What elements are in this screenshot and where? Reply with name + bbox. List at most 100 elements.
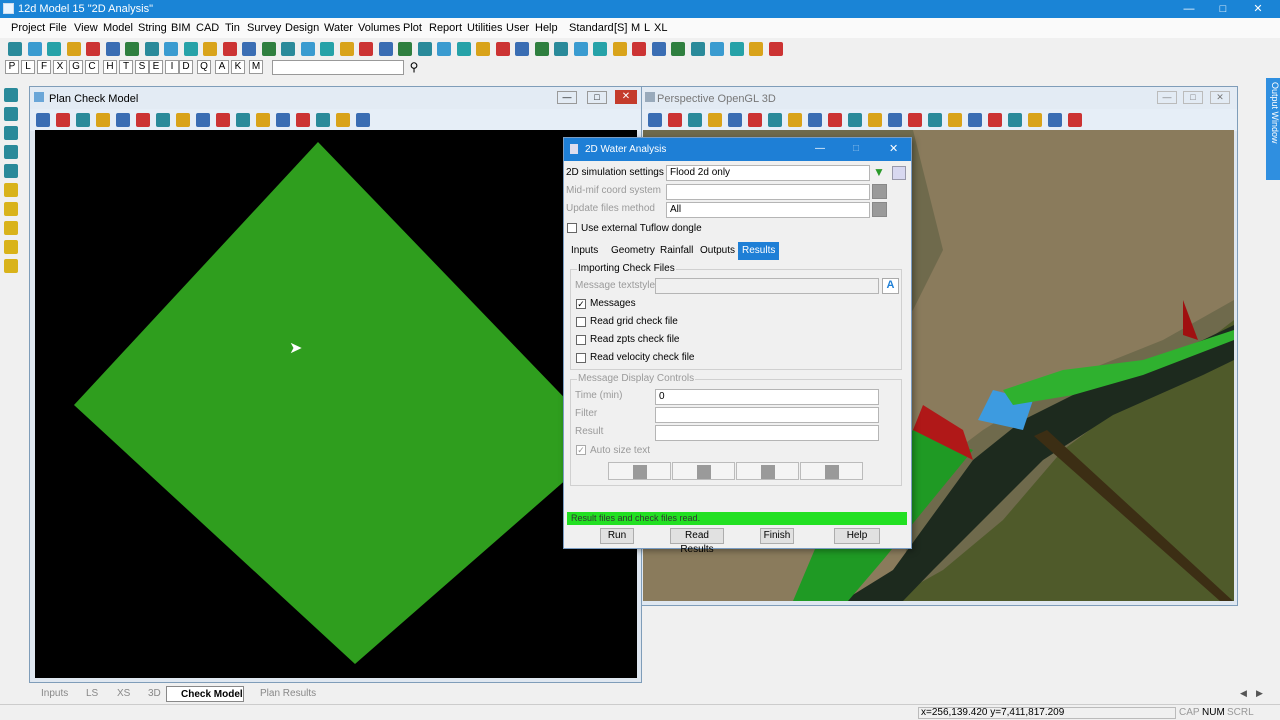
letter-button-t[interactable]: T — [119, 60, 133, 74]
dialog-minimize-icon[interactable]: — — [815, 143, 825, 154]
toolbar-tool-icon[interactable] — [456, 42, 471, 56]
sim-settings-field[interactable]: Flood 2d only — [666, 165, 870, 181]
menu-standard[interactable]: Standard — [569, 22, 614, 34]
view-tool-icon[interactable] — [336, 113, 350, 127]
toolbar-tool-icon[interactable] — [651, 42, 666, 56]
textstyle-field[interactable] — [655, 278, 879, 294]
left-tool-icon[interactable] — [4, 221, 18, 235]
view-tool-icon[interactable] — [96, 113, 110, 127]
letter-button-m[interactable]: M — [249, 60, 263, 74]
toolbar-tool-icon[interactable] — [203, 42, 217, 56]
bottom-tab-check-model[interactable]: Check Model — [166, 686, 244, 702]
left-tool-icon[interactable] — [4, 126, 18, 140]
output-window-tab[interactable]: Output Window — [1266, 78, 1280, 180]
read-results-button[interactable]: Read Results — [670, 528, 724, 555]
next-frame-button[interactable] — [736, 462, 799, 480]
menu-tin[interactable]: Tin — [225, 22, 240, 34]
view-tool-icon[interactable] — [928, 113, 942, 127]
tab-scroll-left-icon[interactable]: ◀ — [1240, 688, 1247, 699]
left-tool-icon[interactable] — [4, 88, 18, 102]
menu-cad[interactable]: CAD — [196, 22, 219, 34]
menu-model[interactable]: Model — [103, 22, 133, 34]
view-tool-icon[interactable] — [648, 113, 662, 127]
menu-file[interactable]: File — [49, 22, 67, 34]
view-tool-icon[interactable] — [748, 113, 762, 127]
toolbar-tool-icon[interactable] — [437, 42, 451, 56]
menu-utilities[interactable]: Utilities — [467, 22, 502, 34]
tuflow-checkbox[interactable] — [567, 223, 577, 233]
menu-report[interactable]: Report — [429, 22, 462, 34]
help-button[interactable]: Help — [834, 528, 880, 544]
letter-button-c[interactable]: C — [85, 60, 99, 74]
view-tool-icon[interactable] — [216, 113, 230, 127]
view-tool-icon[interactable] — [36, 113, 50, 127]
letter-button-p[interactable]: P — [5, 60, 19, 74]
view-tool-icon[interactable] — [1068, 113, 1082, 127]
toolbar-tool-icon[interactable] — [300, 42, 315, 56]
letter-button-h[interactable]: H — [103, 60, 117, 74]
toolbar-tool-icon[interactable] — [671, 42, 685, 56]
menu-project[interactable]: Project — [11, 22, 45, 34]
view-tool-icon[interactable] — [688, 113, 702, 127]
toolbar-tool-icon[interactable] — [86, 42, 100, 56]
toolbar-tool-icon[interactable] — [534, 42, 549, 56]
tab-rainfall[interactable]: Rainfall — [656, 242, 697, 260]
toolbar-tool-icon[interactable] — [729, 42, 744, 56]
tab-inputs[interactable]: Inputs — [567, 242, 602, 260]
coord-browse-button[interactable] — [872, 184, 887, 199]
toolbar-tool-icon[interactable] — [593, 42, 607, 56]
view-tool-icon[interactable] — [196, 113, 210, 127]
view-tool-icon[interactable] — [888, 113, 902, 127]
view-tool-icon[interactable] — [768, 113, 782, 127]
menu-s[interactable]: [S] — [614, 22, 627, 34]
menu-help[interactable]: Help — [535, 22, 558, 34]
left-tool-icon[interactable] — [4, 202, 18, 216]
view-tool-icon[interactable] — [236, 113, 250, 127]
letter-button-k[interactable]: K — [231, 60, 245, 74]
toolbar-tool-icon[interactable] — [66, 42, 81, 56]
letter-button-i[interactable]: I — [165, 60, 179, 74]
view-tool-icon[interactable] — [848, 113, 862, 127]
left-tool-icon[interactable] — [4, 259, 18, 273]
toolbar-tool-icon[interactable] — [261, 42, 276, 56]
view-tool-icon[interactable] — [76, 113, 90, 127]
menu-bim[interactable]: BIM — [171, 22, 191, 34]
bottom-tab-plan-results[interactable]: Plan Results — [246, 686, 316, 702]
view-tool-icon[interactable] — [728, 113, 742, 127]
search-icon[interactable]: ⚲ — [406, 60, 422, 75]
view-tool-icon[interactable] — [1028, 113, 1042, 127]
menu-user[interactable]: User — [506, 22, 529, 34]
left-tool-icon[interactable] — [4, 183, 18, 197]
view-tool-icon[interactable] — [256, 113, 270, 127]
toolbar-tool-icon[interactable] — [183, 42, 198, 56]
update-files-button[interactable] — [872, 202, 887, 217]
toolbar-tool-icon[interactable] — [710, 42, 724, 56]
toolbar-tool-icon[interactable] — [632, 42, 646, 56]
toolbar-tool-icon[interactable] — [398, 42, 412, 56]
menu-m[interactable]: M — [631, 22, 640, 34]
view-tool-icon[interactable] — [828, 113, 842, 127]
view-tool-icon[interactable] — [176, 113, 190, 127]
toolbar-tool-icon[interactable] — [768, 42, 783, 56]
toolbar-tool-icon[interactable] — [144, 42, 159, 56]
finish-button[interactable]: Finish — [760, 528, 794, 544]
toolbar-tool-icon[interactable] — [47, 42, 61, 56]
letter-button-s[interactable]: S — [135, 60, 149, 74]
letter-button-d[interactable]: D — [179, 60, 193, 74]
coord-system-field[interactable] — [666, 184, 870, 200]
menu-water[interactable]: Water — [324, 22, 353, 34]
prev-frame-button[interactable] — [672, 462, 735, 480]
plan-close-icon[interactable]: ✕ — [615, 90, 637, 104]
view-tool-icon[interactable] — [988, 113, 1002, 127]
view-tool-icon[interactable] — [56, 113, 70, 127]
view-tool-icon[interactable] — [1008, 113, 1022, 127]
update-files-field[interactable]: All — [666, 202, 870, 218]
tab-outputs[interactable]: Outputs — [696, 242, 739, 260]
toolbar-tool-icon[interactable] — [476, 42, 490, 56]
toolbar-tool-icon[interactable] — [612, 42, 627, 56]
autosize-checkbox[interactable]: ✓ — [576, 445, 586, 455]
letter-button-x[interactable]: X — [53, 60, 67, 74]
velocity-check-checkbox[interactable] — [576, 353, 586, 363]
toolbar-tool-icon[interactable] — [222, 42, 237, 56]
close-icon[interactable]: ✕ — [1243, 1, 1273, 17]
